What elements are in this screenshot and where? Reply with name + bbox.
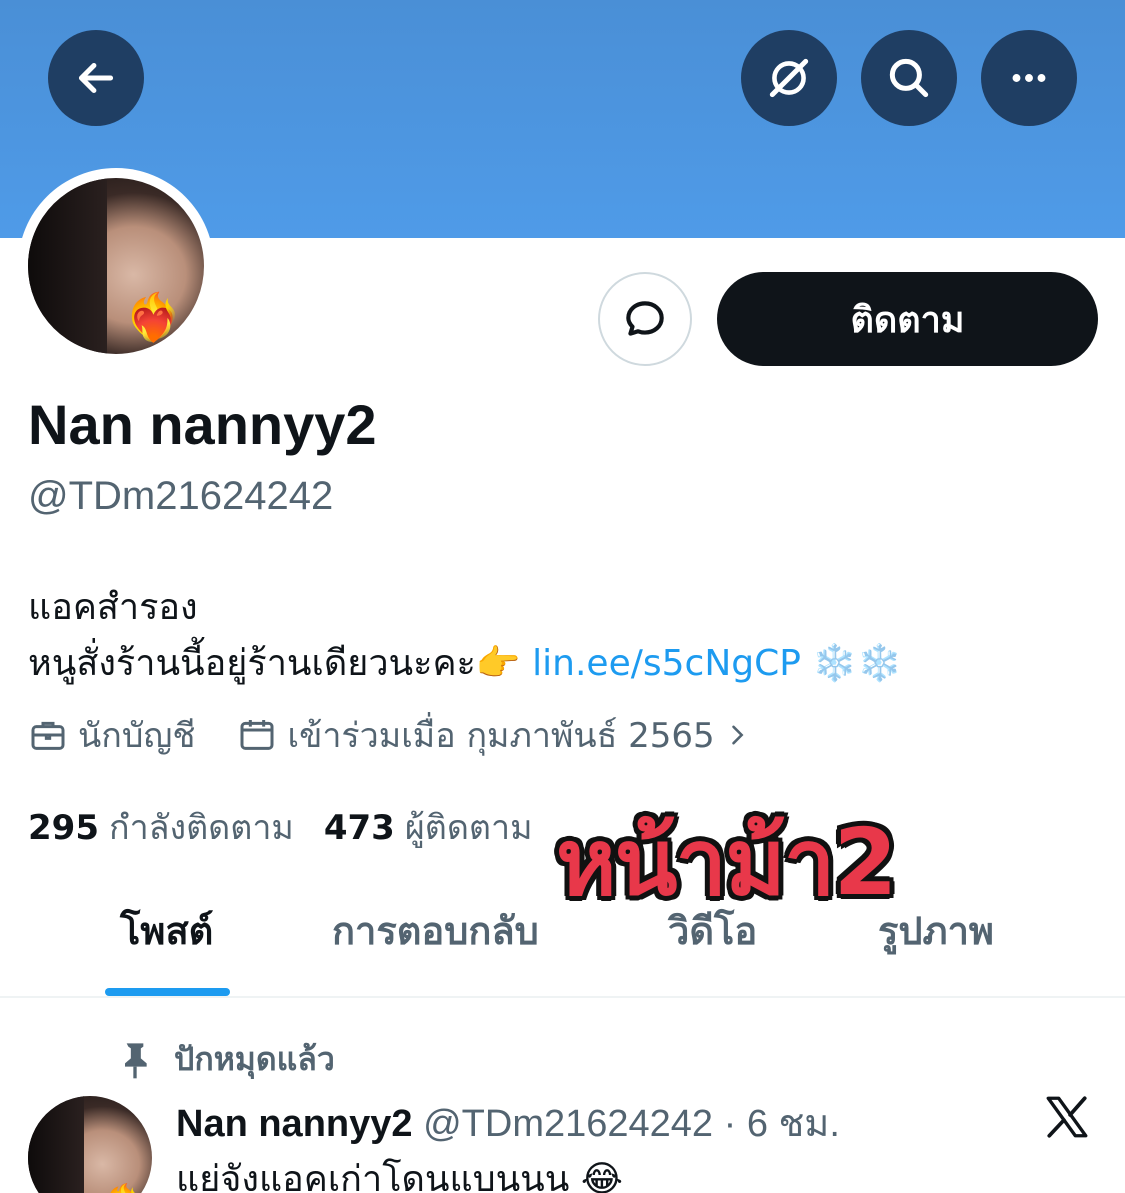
briefcase-icon xyxy=(31,721,65,750)
joined-item[interactable]: เข้าร่วมเมื่อ กุมภาพันธ์ 2565 xyxy=(237,708,760,762)
profile-handle: @TDm21624242 xyxy=(28,474,334,518)
back-button[interactable] xyxy=(48,30,144,126)
bio-text: หนูสั่งร้านนี้อยู่ร้านเดียวนะคะ👉 xyxy=(28,643,533,684)
calendar-icon xyxy=(240,720,274,750)
post-text[interactable]: แย่จังแอคเก่าโดนแบนนน 😂 xyxy=(176,1150,623,1193)
profile-avatar[interactable]: ❤️‍🔥 xyxy=(18,168,214,364)
tab-photos[interactable]: รูปภาพ xyxy=(878,900,994,961)
followers-count[interactable]: 473 xyxy=(324,808,395,848)
post-author-handle-time[interactable]: @TDm21624242 · 6 ชม. xyxy=(413,1103,840,1145)
tab-posts[interactable]: โพสต์ xyxy=(120,900,213,961)
search-icon xyxy=(889,58,929,98)
tab-videos[interactable]: วิดีโอ xyxy=(668,900,757,961)
avatar-image: ❤️‍🔥 xyxy=(28,178,204,354)
message-button[interactable] xyxy=(598,272,692,366)
post-author-avatar[interactable]: ❤️‍🔥 xyxy=(28,1096,152,1193)
profile-tabs: โพสต์ การตอบกลับ วิดีโอ รูปภาพ xyxy=(0,880,1125,998)
post-header: Nan nannyy2 @TDm21624242 · 6 ชม. xyxy=(176,1092,840,1153)
post-author-name[interactable]: Nan nannyy2 xyxy=(176,1103,413,1145)
display-name: Nan nannyy2 xyxy=(28,393,377,456)
more-options-button[interactable] xyxy=(981,30,1077,126)
tab-replies[interactable]: การตอบกลับ xyxy=(332,900,539,961)
pinned-label: ปักหมุดแล้ว xyxy=(174,1040,335,1078)
x-logo-icon xyxy=(1046,1096,1088,1138)
chevron-right-icon xyxy=(731,725,744,745)
pin-icon xyxy=(125,1042,147,1078)
bio-line-2: หนูสั่งร้านนี้อยู่ร้านเดียวนะคะ👉 lin.ee/… xyxy=(28,636,902,692)
search-button[interactable] xyxy=(861,30,957,126)
following-label[interactable]: กำลังติดตาม xyxy=(109,800,294,854)
followers-label[interactable]: ผู้ติดตาม xyxy=(405,800,533,854)
joined-label: เข้าร่วมเมื่อ กุมภาพันธ์ 2565 xyxy=(287,716,715,756)
profession-item: นักบัญชี xyxy=(28,708,195,762)
more-horizontal-icon xyxy=(1012,74,1046,82)
heart-on-fire-emoji: ❤️‍🔥 xyxy=(124,291,182,343)
bio-link[interactable]: lin.ee/s5cNgCP xyxy=(532,643,801,684)
profile-meta: นักบัญชี เข้าร่วมเมื่อ กุมภาพันธ์ 2565 xyxy=(28,710,803,760)
arrow-left-icon xyxy=(78,63,114,93)
pinned-indicator: ปักหมุดแล้ว xyxy=(118,1034,335,1085)
following-count[interactable]: 295 xyxy=(28,808,99,848)
follow-stats: 295 กำลังติดตาม 473 ผู้ติดตาม xyxy=(28,800,563,854)
bio-line-1: แอคสำรอง xyxy=(28,587,198,628)
profile-bio: แอคสำรอง หนูสั่งร้านนี้อยู่ร้านเดียวนะคะ… xyxy=(28,580,902,692)
heart-on-fire-emoji: ❤️‍🔥 xyxy=(105,1183,142,1193)
grok-icon xyxy=(769,58,809,98)
grok-button[interactable] xyxy=(741,30,837,126)
follow-button[interactable]: ติดตาม xyxy=(717,272,1098,366)
bio-snowflakes: ❄️❄️ xyxy=(800,643,903,684)
profession-label: นักบัญชี xyxy=(78,716,196,756)
active-tab-indicator xyxy=(105,988,230,996)
message-bubble-icon xyxy=(626,301,664,336)
